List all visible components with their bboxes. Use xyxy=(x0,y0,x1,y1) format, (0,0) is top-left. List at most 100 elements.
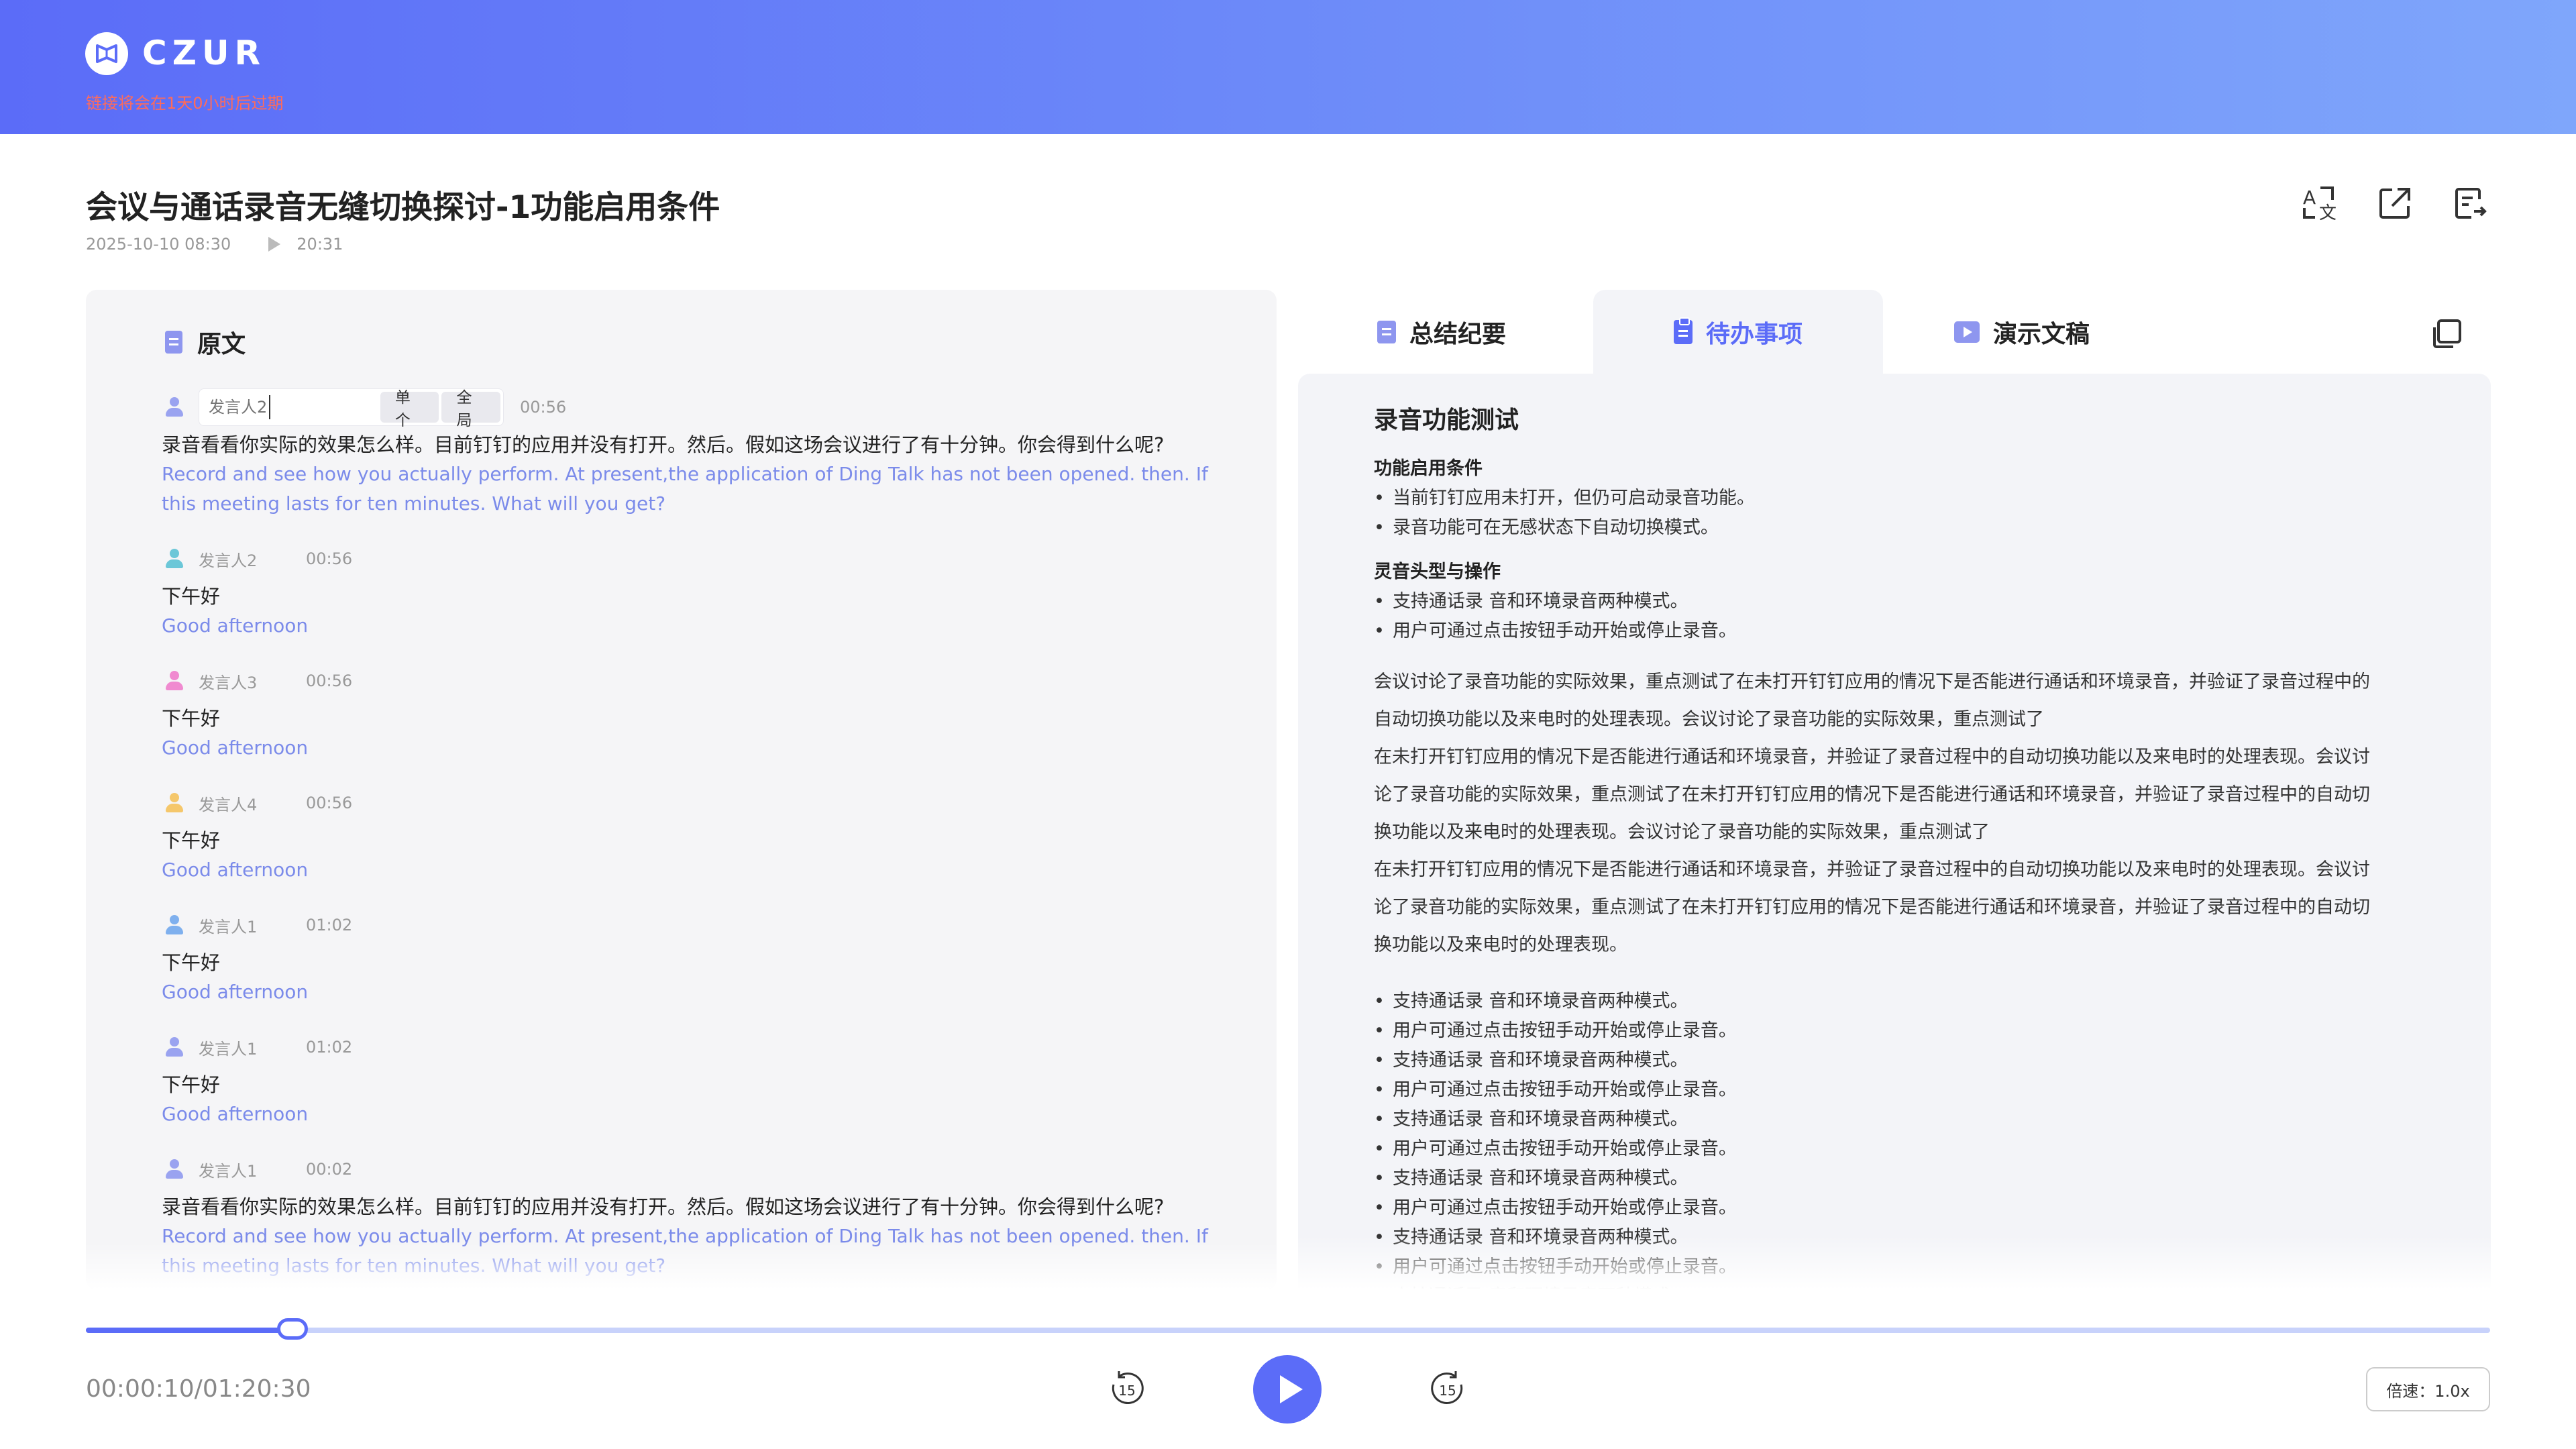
speaker-name[interactable]: 发言人2 xyxy=(199,547,306,571)
tab-summary[interactable]: 总结纪要 xyxy=(1377,290,1506,374)
entry-text-zh: 录音看看你实际的效果怎么样。目前钉钉的应用并没有打开。然后。假如这场会议进行了有… xyxy=(162,1195,1165,1218)
rename-single-button[interactable]: 单个 xyxy=(380,389,439,429)
entry-text-zh: 录音看看你实际的效果怎么样。目前钉钉的应用并没有打开。然后。假如这场会议进行了有… xyxy=(162,433,1165,456)
play-small-icon xyxy=(268,237,281,252)
speaker-row: 发言人3 00:56 xyxy=(162,661,1208,701)
recording-meta: 2025-10-10 08:30 20:31 xyxy=(86,235,343,254)
scroll-fade xyxy=(86,1242,1277,1289)
play-button[interactable] xyxy=(1253,1355,1322,1424)
entry-text-zh: 下午好 xyxy=(162,951,221,974)
rename-global-button[interactable]: 全局 xyxy=(441,389,500,429)
recording-datetime: 2025-10-10 08:30 xyxy=(86,235,231,254)
todo-summary-paragraph: 会议讨论了录音功能的实际效果，重点测试了在未打开钉钉应用的情况下是否能进行通话和… xyxy=(1374,663,2420,964)
todo-section-title: 功能启用条件 xyxy=(1374,458,1483,479)
paragraph-line: 论了录音功能的实际效果，重点测试了在未打开钉钉应用的情况下是否能进行通话和环境录… xyxy=(1374,897,2370,918)
expire-notice: 链接将会在1天0小时后过期 xyxy=(86,94,284,113)
speaker-avatar-icon xyxy=(165,793,184,813)
todo-section: 灵音头型与操作支持通话录 音和环境录音两种模式。用户可通过点击按钮手动开始或停止… xyxy=(1374,557,2420,646)
entry-text-en: Good afternoon xyxy=(162,859,309,881)
progress-handle[interactable] xyxy=(277,1318,309,1340)
todo-title: 录音功能测试 xyxy=(1374,407,1519,434)
paragraph-line: 在未打开钉钉应用的情况下是否能进行通话和环境录音，并验证了录音过程中的自动切换功… xyxy=(1374,859,2370,880)
rewind-15-button[interactable]: 15 xyxy=(1107,1368,1147,1411)
speaker-row: 发言人2 00:56 xyxy=(162,539,1208,579)
share-icon[interactable] xyxy=(2374,182,2416,224)
tab-slides-label: 演示文稿 xyxy=(1993,320,2090,348)
todo-item: 支持通话录 音和环境录音两种模式。 xyxy=(1374,1046,2420,1075)
todo-item: 录音功能可在无感状态下自动切换模式。 xyxy=(1374,513,2420,543)
transcript-list: 单个 全局 00:56 录音看看你实际的效果怎么样。目前钉钉的应用并没有打开。然… xyxy=(162,387,1208,1289)
transcript-entry: 发言人3 00:56 下午好 Good afternoon xyxy=(162,661,1208,763)
speaker-name[interactable]: 发言人1 xyxy=(199,914,306,937)
speed-button[interactable]: 倍速：1.0x xyxy=(2366,1367,2490,1411)
todo-section: 功能启用条件当前钉钉应用未打开，但仍可启动录音功能。录音功能可在无感状态下自动切… xyxy=(1374,454,2420,543)
logo-text: CZUR xyxy=(142,34,266,72)
entry-time: 00:02 xyxy=(306,1160,353,1179)
transcript-title: 原文 xyxy=(197,331,246,358)
transcript-entry: 发言人4 00:56 下午好 Good afternoon xyxy=(162,783,1208,885)
speaker-avatar-icon xyxy=(165,671,184,691)
scroll-fade xyxy=(1298,1236,2491,1289)
speaker-name[interactable]: 发言人4 xyxy=(199,792,306,815)
forward-15-button[interactable]: 15 xyxy=(1428,1368,1468,1411)
todo-section-title: 灵音头型与操作 xyxy=(1374,561,1501,582)
speaker-name-input[interactable] xyxy=(209,398,383,417)
speaker-row: 发言人1 01:02 xyxy=(162,905,1208,945)
todo-item: 支持通话录 音和环境录音两种模式。 xyxy=(1374,587,2420,616)
transcript-header: 原文 xyxy=(165,325,246,360)
top-header: CZUR 链接将会在1天0小时后过期 xyxy=(0,0,2576,134)
entry-text-zh: 下午好 xyxy=(162,585,221,608)
translate-icon[interactable]: A文 xyxy=(2299,182,2341,224)
export-icon[interactable] xyxy=(2449,182,2491,224)
tab-todo-label: 待办事项 xyxy=(1705,320,1803,348)
transcript-panel: 原文 单个 全局 00:56 录音看看你实际的效果怎么样。目前钉钉的应用并没有打… xyxy=(86,290,1277,1289)
paragraph-line: 在未打开钉钉应用的情况下是否能进行通话和环境录音，并验证了录音过程中的自动切换功… xyxy=(1374,747,2370,767)
copy-icon[interactable] xyxy=(2430,318,2463,353)
entry-text-en: Record and see how you actually perform.… xyxy=(162,463,1208,515)
todo-item: 支持通话录 音和环境录音两种模式。 xyxy=(1374,1164,2420,1193)
recording-duration: 20:31 xyxy=(297,235,343,254)
speaker-name[interactable]: 发言人3 xyxy=(199,669,306,693)
paragraph-line: 换功能以及来电时的处理表现。会议讨论了录音功能的实际效果，重点测试了 xyxy=(1374,822,1990,843)
todo-item: 用户可通过点击按钮手动开始或停止录音。 xyxy=(1374,1016,2420,1046)
transcript-entry: 发言人1 01:02 下午好 Good afternoon xyxy=(162,905,1208,1007)
entry-time: 01:02 xyxy=(306,1038,353,1057)
svg-text:A: A xyxy=(2303,186,2316,209)
todo-panel: 录音功能测试 功能启用条件当前钉钉应用未打开，但仍可启动录音功能。录音功能可在无… xyxy=(1298,374,2491,1289)
tab-summary-label: 总结纪要 xyxy=(1409,320,1507,348)
entry-text-zh: 下午好 xyxy=(162,1073,221,1096)
speaker-name[interactable]: 发言人1 xyxy=(199,1036,306,1059)
forward-label: 15 xyxy=(1439,1383,1456,1399)
entry-text-zh: 下午好 xyxy=(162,707,221,730)
entry-text-en: Good afternoon xyxy=(162,1103,309,1125)
entry-time: 00:56 xyxy=(520,398,567,417)
transcript-entry: 发言人1 01:02 下午好 Good afternoon xyxy=(162,1027,1208,1129)
text-caret xyxy=(269,395,270,419)
entry-text-en: Good afternoon xyxy=(162,981,309,1003)
paragraph-line: 换功能以及来电时的处理表现。 xyxy=(1374,934,1627,955)
speaker-name[interactable]: 发言人1 xyxy=(199,1158,306,1181)
tab-bar: 总结纪要 待办事项 演示文稿 xyxy=(1298,290,2491,374)
speaker-rename-box: 单个 全局 xyxy=(199,388,504,429)
paragraph-line: 会议讨论了录音功能的实际效果，重点测试了在未打开钉钉应用的情况下是否能进行通话和… xyxy=(1374,672,2370,692)
speaker-row: 单个 全局 00:56 xyxy=(162,387,1208,429)
todo-item: 用户可通过点击按钮手动开始或停止录音。 xyxy=(1374,1134,2420,1164)
tab-todo[interactable]: 待办事项 xyxy=(1593,290,1883,374)
speaker-avatar-icon xyxy=(165,549,184,569)
progress-track[interactable] xyxy=(86,1318,2490,1340)
speaker-row: 发言人1 00:02 xyxy=(162,1149,1208,1189)
rewind-label: 15 xyxy=(1118,1383,1135,1399)
time-readout: 00:00:10/01:20:30 xyxy=(86,1375,311,1403)
todo-content: 录音功能测试 功能启用条件当前钉钉应用未打开，但仍可启动录音功能。录音功能可在无… xyxy=(1374,400,2420,1289)
paragraph-line: 自动切换功能以及来电时的处理表现。会议讨论了录音功能的实际效果，重点测试了 xyxy=(1374,709,2044,730)
todo-item: 用户可通过点击按钮手动开始或停止录音。 xyxy=(1374,616,2420,646)
paragraph-line: 论了录音功能的实际效果，重点测试了在未打开钉钉应用的情况下是否能进行通话和环境录… xyxy=(1374,784,2370,805)
entry-time: 00:56 xyxy=(306,672,353,690)
todo-item: 当前钉钉应用未打开，但仍可启动录音功能。 xyxy=(1374,484,2420,513)
entry-text-en: Good afternoon xyxy=(162,614,309,637)
entry-text-zh: 下午好 xyxy=(162,829,221,852)
tab-slides[interactable]: 演示文稿 xyxy=(1954,290,2090,374)
document-icon xyxy=(165,331,182,354)
summary-doc-icon xyxy=(1377,320,1396,343)
entry-time: 00:56 xyxy=(306,549,353,568)
